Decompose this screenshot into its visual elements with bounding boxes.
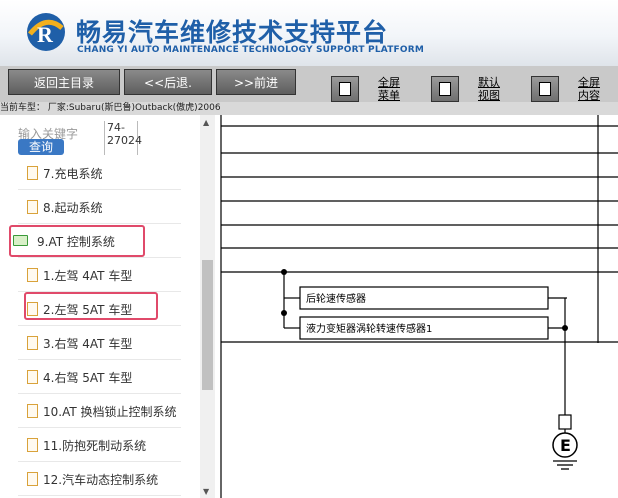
- default-view-button[interactable]: [431, 76, 459, 102]
- code-field[interactable]: 74- 27024: [104, 121, 142, 155]
- app-subtitle: CHANG YI AUTO MAINTENANCE TECHNOLOGY SUP…: [77, 45, 425, 55]
- highlight-box: [24, 292, 158, 320]
- back-to-main-button[interactable]: 返回主目录: [8, 69, 120, 95]
- junction-dot: [562, 325, 568, 331]
- current-vehicle-info: 当前车型： 厂家:Subaru(斯巴鲁)Outback(傲虎)2006: [0, 102, 618, 115]
- forward-button[interactable]: >>前进: [216, 69, 296, 95]
- ground-label: E: [560, 436, 571, 455]
- document-icon: [27, 166, 38, 180]
- connector-box: [558, 414, 572, 430]
- back-button[interactable]: <<后退.: [124, 69, 212, 95]
- junction-dot: [281, 269, 287, 275]
- scrollbar-thumb[interactable]: [202, 260, 213, 390]
- document-icon: [27, 438, 38, 452]
- document-icon: [27, 336, 38, 350]
- tree-item-starting[interactable]: 8.起动系统: [18, 191, 181, 224]
- panel-right-icon: [539, 82, 551, 96]
- app-header: R 畅易汽车维修技术支持平台 CHANG YI AUTO MAINTENANCE…: [0, 0, 618, 66]
- fullscreen-menu-button[interactable]: [331, 76, 359, 102]
- sidebar: 输入关键字 74- 27024 查询 7.充电系统 8.起动系统 9.AT 控制…: [0, 115, 215, 498]
- junction-dot: [281, 310, 287, 316]
- sensor-label-turbine: 液力变矩器涡轮转速传感器1: [306, 322, 432, 335]
- svg-text:R: R: [37, 22, 54, 47]
- sensor-label-rear-wheel: 后轮速传感器: [306, 292, 366, 305]
- document-icon: [27, 370, 38, 384]
- fullscreen-content-link[interactable]: 全屏 内容: [578, 76, 600, 102]
- document-icon: [27, 200, 38, 214]
- toolbar: 返回主目录 <<后退. >>前进 全屏 菜单 默认 视图 全屏 内容: [0, 66, 618, 102]
- default-view-link[interactable]: 默认 视图: [478, 76, 500, 102]
- tree-item-charging[interactable]: 7.充电系统: [18, 157, 181, 190]
- panel-left-icon: [339, 82, 351, 96]
- fullscreen-menu-link[interactable]: 全屏 菜单: [378, 76, 400, 102]
- highlight-box: [9, 225, 145, 257]
- query-button[interactable]: 查询: [18, 139, 64, 155]
- logo-icon: R: [27, 13, 65, 51]
- panel-split-icon: [439, 82, 451, 96]
- scroll-down-icon[interactable]: ▼: [203, 487, 209, 496]
- tree-item-rhd-4at[interactable]: 3.右驾 4AT 车型: [18, 327, 181, 360]
- fullscreen-content-button[interactable]: [531, 76, 559, 102]
- tree-item-rhd-5at[interactable]: 4.右驾 5AT 车型: [18, 361, 181, 394]
- document-icon: [27, 268, 38, 282]
- tree-item-abs[interactable]: 11.防抱死制动系统: [18, 429, 181, 462]
- scroll-up-icon[interactable]: ▲: [203, 118, 209, 127]
- wiring-diagram: 后轮速传感器 液力变矩器涡轮转速传感器1 E: [220, 115, 618, 498]
- tree-item-vdc[interactable]: 12.汽车动态控制系统: [18, 463, 181, 496]
- app-title: 畅易汽车维修技术支持平台: [76, 18, 389, 47]
- document-icon: [27, 472, 38, 486]
- tree-item-shift-lock[interactable]: 10.AT 换档锁止控制系统: [18, 395, 181, 428]
- tree-item-lhd-4at[interactable]: 1.左驾 4AT 车型: [18, 259, 181, 292]
- document-icon: [27, 404, 38, 418]
